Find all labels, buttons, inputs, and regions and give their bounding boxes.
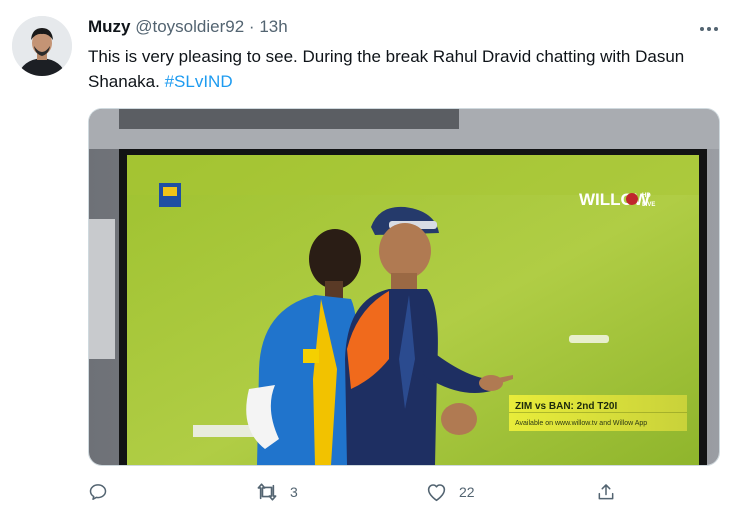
retweet-button[interactable]: 3 [256, 478, 298, 506]
broadcaster-badge-hd: HD [642, 193, 651, 199]
separator-dot: · [248, 17, 255, 36]
more-icon [700, 27, 718, 31]
ticker-title: ZIM vs BAN: 2nd T20I [515, 401, 617, 412]
ball-icon [626, 193, 638, 205]
retweet-count: 3 [290, 484, 298, 500]
hashtag-link[interactable]: #SLvIND [165, 72, 233, 91]
author-name[interactable]: Muzy [88, 17, 131, 36]
tweet[interactable]: Muzy @toysoldier92 · 13h This is very pl… [0, 0, 743, 515]
like-count: 22 [459, 484, 475, 500]
reply-icon [89, 484, 107, 500]
broadcaster-badge-live: LIVE [642, 202, 655, 208]
like-button[interactable]: 22 [426, 478, 475, 506]
more-button[interactable] [695, 15, 723, 43]
broadcaster-logo: WILLOW [579, 190, 651, 209]
share-button[interactable] [596, 478, 616, 506]
tweet-header: Muzy @toysoldier92 · 13h [88, 17, 288, 39]
reply-button[interactable] [88, 478, 120, 506]
like-icon [427, 484, 446, 502]
retweet-icon [257, 483, 277, 501]
tweet-text: This is very pleasing to see. During the… [88, 44, 708, 94]
tweet-timestamp[interactable]: 13h [259, 17, 287, 36]
media-photo: WILLOW HD LIVE ZIM vs BAN: 2nd T20I Avai… [89, 109, 719, 465]
avatar[interactable] [12, 16, 72, 76]
author-handle[interactable]: @toysoldier92 [135, 17, 244, 36]
share-icon [598, 484, 614, 500]
ticker-subtitle: Available on www.willow.tv and Willow Ap… [515, 420, 647, 427]
tweet-actions: 3 22 [88, 478, 628, 506]
tweet-media[interactable]: WILLOW HD LIVE ZIM vs BAN: 2nd T20I Avai… [88, 108, 720, 466]
